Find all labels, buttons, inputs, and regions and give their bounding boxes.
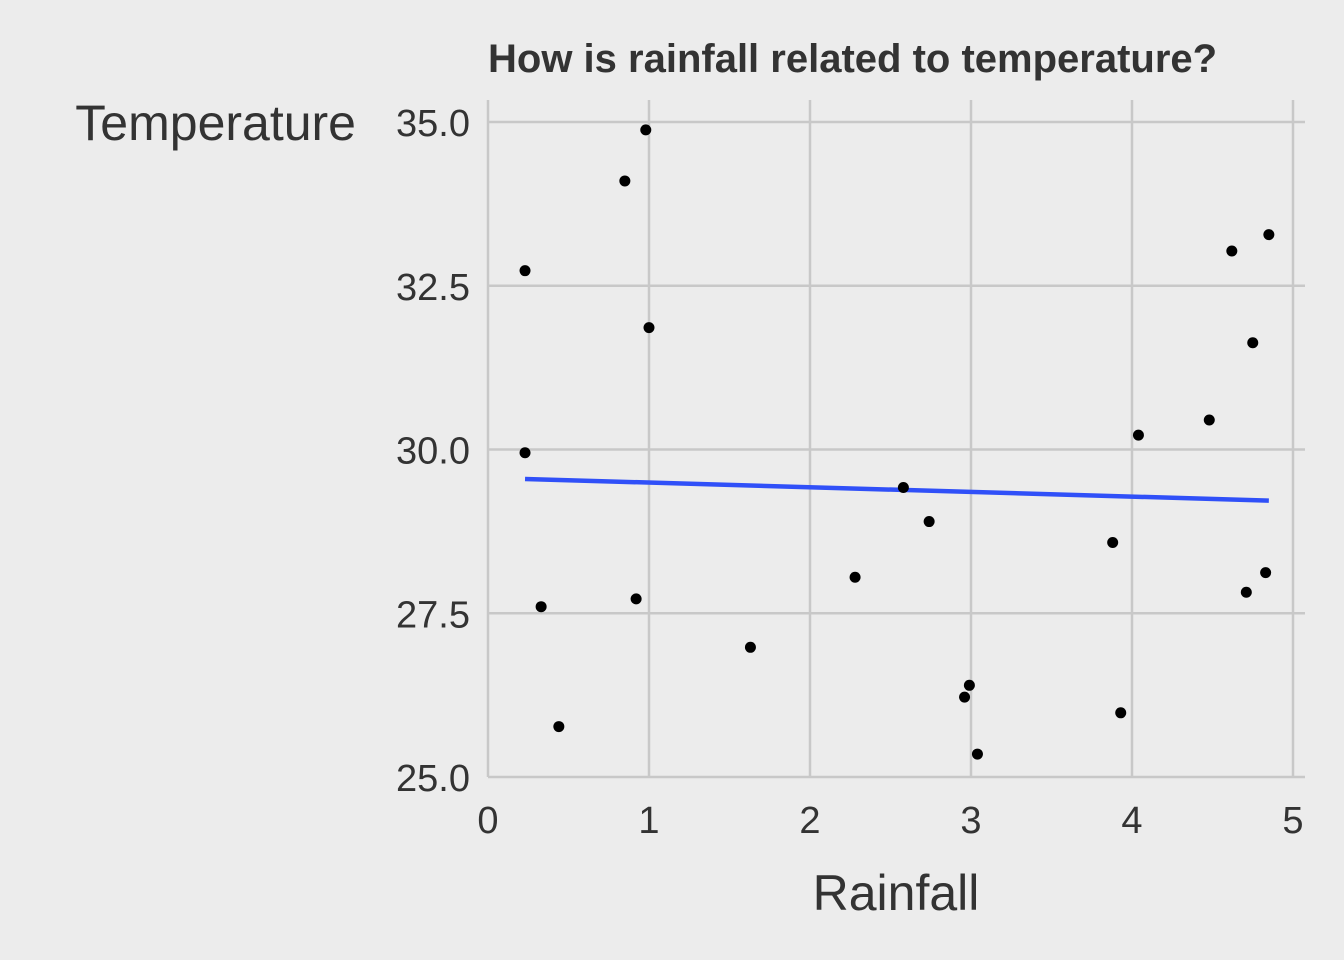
data-point <box>519 447 531 459</box>
data-point <box>1203 414 1215 426</box>
data-point <box>1115 707 1127 719</box>
data-point <box>630 593 642 605</box>
scatter-chart: 0 1 2 3 4 5 25.0 27.5 30.0 32.5 35.0 How is rainfa… <box>75 37 1305 921</box>
x-tick-label: 3 <box>960 800 981 842</box>
tick-labels: 0 1 2 3 4 5 25.0 27.5 30.0 32.5 35.0 <box>396 103 1304 842</box>
trend-line-group <box>524 476 1269 503</box>
x-tick-label: 5 <box>1282 800 1303 842</box>
data-point <box>1240 586 1252 598</box>
y-tick-label: 30.0 <box>396 431 470 473</box>
data-point <box>744 641 756 653</box>
data-point <box>519 265 531 277</box>
trend-line <box>524 476 1269 503</box>
data-point <box>849 571 861 583</box>
x-tick-label: 2 <box>799 800 820 842</box>
data-point <box>1247 337 1259 349</box>
x-axis-title: Rainfall <box>813 865 980 921</box>
y-tick-label: 25.0 <box>396 758 470 800</box>
y-axis-title: Temperature <box>75 95 356 151</box>
data-point <box>923 516 935 528</box>
data-point <box>535 601 547 613</box>
data-point <box>553 721 565 733</box>
data-point <box>1263 229 1275 241</box>
data-point <box>897 481 909 493</box>
data-point <box>1132 429 1144 441</box>
data-point <box>971 748 983 760</box>
chart-title: How is rainfall related to temperature? <box>488 37 1217 81</box>
data-points <box>519 124 1275 760</box>
data-point <box>1107 537 1119 549</box>
x-tick-label: 0 <box>477 800 498 842</box>
data-point <box>963 679 975 691</box>
data-point <box>959 691 971 703</box>
data-point <box>1260 567 1272 579</box>
x-tick-label: 4 <box>1121 800 1142 842</box>
data-point <box>619 175 631 187</box>
data-point <box>643 322 655 334</box>
x-tick-label: 1 <box>638 800 659 842</box>
data-point <box>640 124 652 136</box>
y-tick-label: 32.5 <box>396 267 470 309</box>
y-tick-label: 35.0 <box>396 103 470 145</box>
y-tick-label: 27.5 <box>396 594 470 636</box>
gridlines <box>486 100 1305 779</box>
data-point <box>1226 245 1238 257</box>
